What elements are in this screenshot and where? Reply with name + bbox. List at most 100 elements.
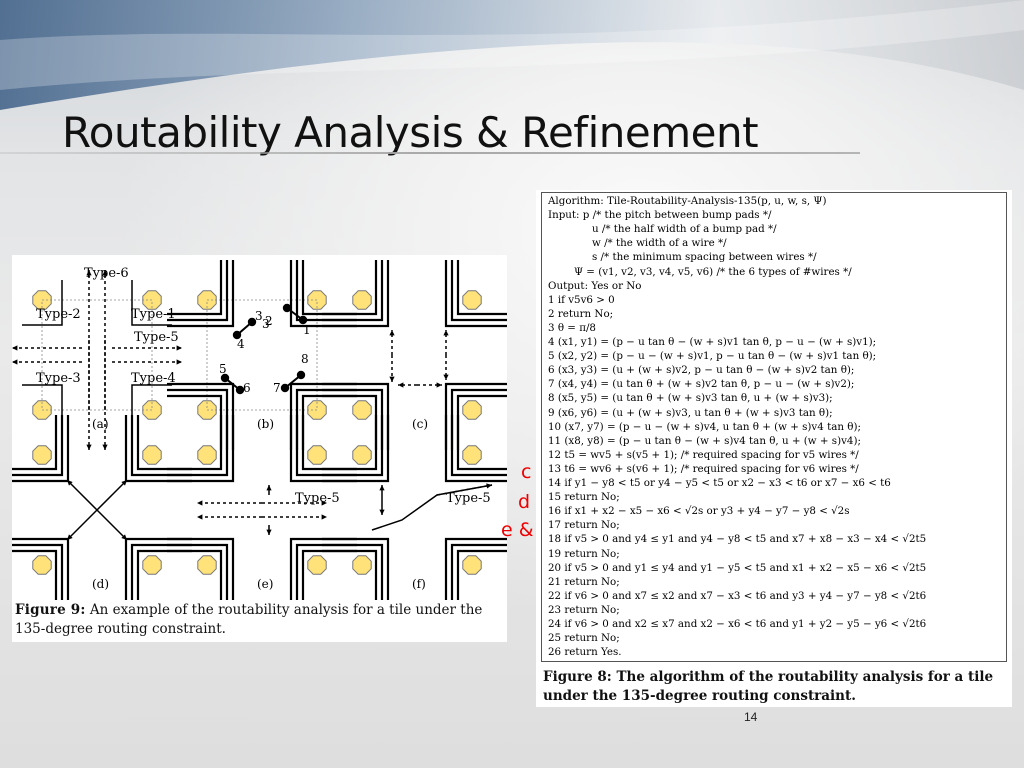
- figure-9-diagrams: Type-6Type-2 Type-1Type-5Type-3 Type-4(a)3…: [12, 260, 507, 600]
- corner-wire: [167, 543, 229, 600]
- algorithm-line: 8 (x5, y5) = (u tan θ + (w + s)v3 tan θ,…: [548, 392, 833, 405]
- algorithm-line: Input: p /* the pitch between bump pads …: [548, 209, 772, 222]
- corner-wire: [12, 549, 58, 600]
- algorithm-line: 16 if x1 + x2 − x5 − x6 < √2s or y3 + y4…: [548, 505, 850, 518]
- arrowhead: [398, 382, 404, 388]
- corner-wire: [322, 382, 390, 450]
- panel-label-e: (e): [257, 577, 273, 591]
- panel-label-b: (b): [257, 417, 274, 431]
- bump-pad: [197, 555, 217, 575]
- type2-label: Type-2: [36, 307, 81, 322]
- algorithm-line: 19 return No;: [548, 547, 620, 560]
- corner-wire: [322, 543, 384, 600]
- algorithm-box: Algorithm: Tile-Routability-Analysis-135…: [541, 192, 1007, 662]
- algorithm-line: 14 if y1 − y8 < t5 or y4 − y5 < t5 or x2…: [548, 477, 891, 489]
- arrowhead: [321, 514, 327, 520]
- point-label: 8: [301, 352, 309, 366]
- bump-pad: [462, 555, 482, 575]
- point-marker: [282, 303, 292, 313]
- arrowhead: [12, 345, 18, 351]
- bump-pad: [352, 445, 372, 465]
- corner-wire: [295, 260, 357, 322]
- algorithm-line: Output: Yes or No: [548, 279, 642, 292]
- bump-pad: [32, 555, 52, 575]
- bump-pad: [352, 400, 372, 420]
- bump-pad: [142, 445, 162, 465]
- corner-wire: [450, 415, 507, 477]
- algorithm-line: 11 (x8, y8) = (p − u tan θ − (w + s)v4 t…: [548, 434, 861, 447]
- bump-pad: [32, 445, 52, 465]
- algorithm-line: 6 (x3, y3) = (u + (w + s)v2, p − u tan θ…: [548, 364, 855, 377]
- point-label: 3: [255, 309, 263, 323]
- corner-wire: [167, 260, 229, 322]
- corner-wire: [322, 260, 384, 322]
- algorithm-line: 9 (x6, y6) = (u + (w + s)v3, u tan θ + (…: [548, 406, 833, 419]
- corner-wire: [167, 415, 229, 477]
- corner-wire: [295, 415, 357, 477]
- page-number: 14: [744, 710, 758, 724]
- bump-pad: [197, 445, 217, 465]
- corner-wire: [322, 260, 390, 328]
- algorithm-line: Ψ = (v1, v2, v3, v4, v5, v6) /* the 6 ty…: [574, 265, 852, 278]
- corner-wire: [167, 388, 229, 450]
- arrowhead: [102, 444, 108, 450]
- corner-wire: [322, 388, 384, 450]
- arrowhead: [389, 330, 395, 336]
- corner-wire: [130, 415, 192, 477]
- arrowhead: [436, 382, 442, 388]
- panel-label-c: (c): [412, 417, 428, 431]
- arrowhead: [486, 483, 492, 489]
- point-marker: [280, 383, 290, 393]
- point-label: 1: [303, 323, 311, 337]
- algorithm-line: 22 if v6 > 0 and x7 ≤ x2 and x7 − x3 < t…: [548, 589, 927, 602]
- corner-wire: [124, 415, 192, 483]
- point-label: 5: [219, 362, 227, 376]
- algorithm-line: 1 if v5v6 > 0: [548, 293, 615, 306]
- bump-pad: [307, 445, 327, 465]
- diagonal-arrow: [96, 479, 128, 511]
- bump-pad: [352, 555, 372, 575]
- arrowhead: [266, 485, 272, 491]
- point-label: 6: [243, 381, 251, 395]
- panel-label-f: (f): [412, 577, 426, 591]
- panel-label-a: (a): [92, 417, 109, 431]
- diagonal-arrow: [66, 479, 98, 511]
- type6-label: Type-6: [84, 266, 129, 281]
- corner-wire: [322, 415, 384, 477]
- corner-wire: [322, 415, 390, 483]
- diagonal-arrow: [96, 509, 128, 541]
- corner-wire: [450, 543, 507, 600]
- algorithm-line: 25 return No;: [548, 632, 620, 645]
- arrowhead: [86, 444, 92, 450]
- algorithm-line: 4 (x1, y1) = (p − u tan θ − (w + s)v1 ta…: [548, 336, 877, 348]
- arrowhead: [379, 509, 385, 515]
- corner-wire: [130, 543, 192, 600]
- arrowhead: [379, 485, 385, 491]
- arrowhead: [197, 514, 203, 520]
- arrowhead: [266, 529, 272, 535]
- corner-wire: [295, 388, 357, 450]
- corner-wire: [12, 415, 64, 477]
- algorithm-line: 7 (x4, y4) = (u tan θ + (w + s)v2 tan θ,…: [548, 378, 855, 391]
- algorithm-line: 18 if v5 > 0 and y4 ≤ y1 and y4 − y8 < t…: [548, 533, 927, 546]
- figure-8-caption-label: Figure 8:: [543, 669, 612, 685]
- type3-label: Type-3: [36, 371, 81, 386]
- algorithm-line: 24 if v6 > 0 and x2 ≤ x7 and x2 − x6 < t…: [548, 618, 927, 630]
- algorithm-line: 13 t6 = wv6 + s(v6 + 1); /* required spa…: [548, 462, 859, 475]
- arrowhead: [12, 359, 18, 365]
- bump-pad: [462, 290, 482, 310]
- diagonal-arrow: [66, 509, 98, 541]
- bump-pad: [352, 290, 372, 310]
- bump-pad: [462, 400, 482, 420]
- corner-wire: [289, 415, 357, 483]
- algorithm-line: 2 return No;: [548, 307, 614, 320]
- figure-9-caption-text: An example of the routability analysis f…: [15, 602, 483, 637]
- point-label: 2: [265, 314, 273, 328]
- bump-pad: [142, 555, 162, 575]
- algorithm-line: Algorithm: Tile-Routability-Analysis-135…: [548, 195, 827, 207]
- algorithm-line: 20 if v5 > 0 and y1 ≤ y4 and y1 − y5 < t…: [548, 561, 927, 574]
- algorithm-line: 15 return No;: [548, 491, 620, 504]
- algorithm-line: 23 return No;: [548, 603, 620, 616]
- figure-8-algorithm: Algorithm: Tile-Routability-Analysis-135…: [536, 190, 1012, 707]
- figure-9-caption-label: Figure 9:: [15, 602, 86, 618]
